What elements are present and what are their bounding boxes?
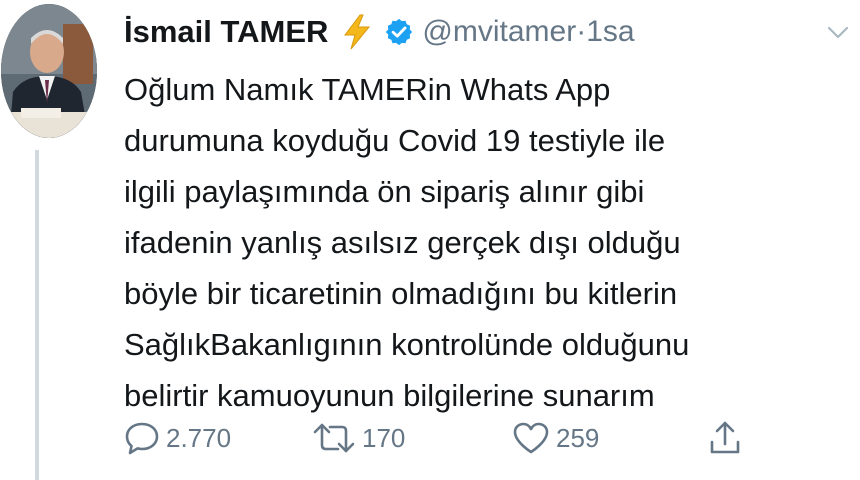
tweet-timestamp[interactable]: 1sa xyxy=(586,15,634,49)
thread-connector-line xyxy=(35,150,39,480)
share-button[interactable] xyxy=(708,418,742,458)
tweet-text-line: belirtir kamuoyunun bilgilerine sunarım xyxy=(124,378,655,413)
retweet-count: 170 xyxy=(362,422,406,453)
reply-icon xyxy=(124,421,160,455)
time-separator: · xyxy=(576,15,587,48)
tweet-text-line: böyle bir ticaretinin olmadığını bu kitl… xyxy=(124,276,678,311)
tweet-actions: 2.770 170 259 xyxy=(124,418,754,458)
reply-count: 2.770 xyxy=(166,422,232,453)
tweet-text-line: durumuna koyduğu Covid 19 testiyle ile xyxy=(124,123,666,158)
verified-badge-icon xyxy=(384,17,414,47)
tweet-text-line: ifadenin yanlış asılsız gerçek dışı oldu… xyxy=(124,225,681,260)
tweet-text-line: ilgili paylaşımında ön sipariş alınır gi… xyxy=(124,174,645,209)
tweet-header: İsmail TAMER @mvitamer · 1sa xyxy=(124,10,635,54)
profile-photo xyxy=(1,4,97,138)
like-count: 259 xyxy=(556,422,600,453)
tweet-text: Oğlum Namık TAMERin Whats App durumuna k… xyxy=(124,64,849,421)
tweet-text-line: Oğlum Namık TAMERin Whats App xyxy=(124,72,611,107)
author-handle[interactable]: @mvitamer xyxy=(422,15,576,49)
retweet-icon xyxy=(312,421,356,455)
avatar[interactable] xyxy=(1,4,97,138)
chevron-down-icon[interactable] xyxy=(826,24,850,40)
retweet-button[interactable]: 170 xyxy=(312,418,405,458)
share-icon xyxy=(708,420,742,456)
author-name[interactable]: İsmail TAMER xyxy=(124,14,328,50)
like-button[interactable]: 259 xyxy=(512,418,599,458)
lightning-bolt-icon xyxy=(342,14,372,50)
heart-icon xyxy=(512,421,550,455)
tweet-text-line: SağlıkBakanlıgının kontrolünde olduğunu xyxy=(124,327,690,362)
reply-button[interactable]: 2.770 xyxy=(124,418,231,458)
